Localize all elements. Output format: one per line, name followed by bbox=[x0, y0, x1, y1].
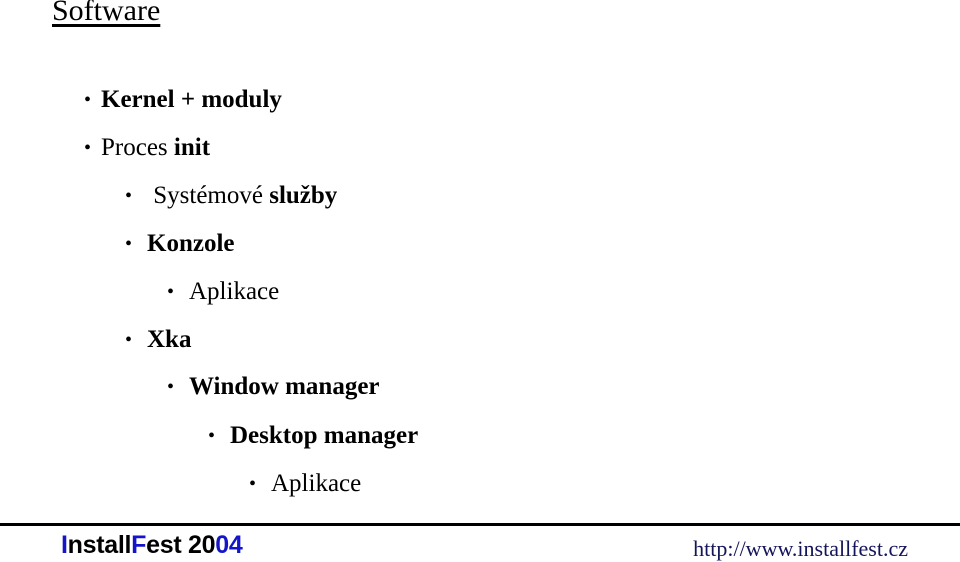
item-text-bold: init bbox=[173, 134, 211, 161]
bullet-icon: • bbox=[167, 376, 175, 398]
bullet-icon: • bbox=[125, 185, 133, 207]
brand-part: nstall bbox=[67, 531, 132, 559]
bullet-icon: • bbox=[208, 425, 216, 447]
list-item: • Konzole bbox=[125, 229, 235, 259]
list-item: • Desktop manager bbox=[208, 421, 418, 451]
list-item: • Aplikace bbox=[249, 469, 361, 499]
item-text: Proces bbox=[101, 134, 174, 161]
brand-part: F bbox=[131, 531, 147, 559]
list-item: • Proces init bbox=[84, 133, 210, 163]
bullet-icon: • bbox=[249, 473, 257, 495]
list-item: • Kernel + moduly bbox=[84, 85, 282, 115]
item-text: Window manager bbox=[189, 373, 380, 400]
bullet-icon: • bbox=[125, 329, 133, 351]
footer-url[interactable]: http://www.installfest.cz bbox=[693, 536, 908, 562]
bullet-icon: • bbox=[125, 233, 133, 255]
footer-divider bbox=[0, 523, 960, 526]
item-text: Systémové bbox=[147, 182, 270, 209]
list-item: • Aplikace bbox=[167, 277, 279, 307]
item-text: Konzole bbox=[147, 230, 235, 257]
item-text: Aplikace bbox=[189, 278, 280, 305]
list-item: • Xka bbox=[125, 325, 191, 355]
list-item: • Window manager bbox=[167, 372, 380, 402]
slide-title: Software bbox=[52, 0, 161, 27]
brand-part: I bbox=[61, 531, 68, 559]
brand-part: 04 bbox=[215, 531, 243, 559]
bullet-icon: • bbox=[84, 89, 92, 111]
item-text: Xka bbox=[147, 326, 192, 353]
list-item: • Systémové služby bbox=[125, 181, 337, 211]
bullet-icon: • bbox=[84, 137, 92, 159]
bullet-icon: • bbox=[167, 281, 175, 303]
brand-part: est 20 bbox=[146, 531, 216, 559]
item-text: Aplikace bbox=[271, 470, 362, 497]
item-text: Kernel + moduly bbox=[101, 86, 282, 113]
item-text: Desktop manager bbox=[230, 422, 419, 449]
item-text-bold: služby bbox=[269, 182, 338, 209]
footer-brand: InstallFest 2004 bbox=[61, 531, 243, 560]
